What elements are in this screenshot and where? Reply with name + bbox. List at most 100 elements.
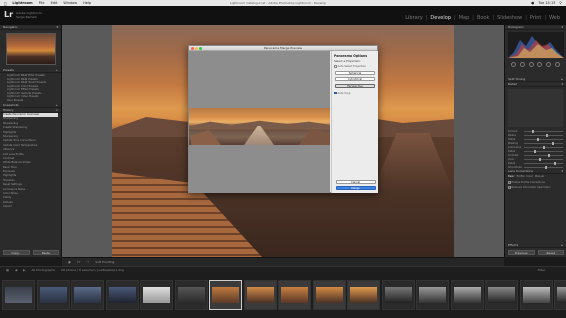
menu-edit[interactable]: Edit — [51, 1, 58, 5]
slider-knob[interactable] — [542, 145, 545, 149]
close-dot-icon[interactable] — [191, 47, 194, 50]
merge-button[interactable]: Merge — [335, 186, 376, 190]
paste-button[interactable]: Paste — [32, 250, 59, 255]
menu-window[interactable]: Window — [63, 1, 77, 5]
module-book[interactable]: Book — [477, 15, 489, 21]
add-preset-icon[interactable]: + — [55, 68, 58, 72]
add-snapshot-icon[interactable]: + — [55, 103, 58, 107]
navigator-header[interactable]: Navigator ▾ — [0, 25, 61, 30]
navigator-preview[interactable] — [5, 33, 56, 65]
wifi-icon[interactable]: ● — [531, 1, 534, 5]
slider-track[interactable] — [524, 165, 563, 169]
collapse-icon[interactable]: ▸ — [561, 77, 563, 81]
spherical-button[interactable]: Spherical — [335, 70, 375, 75]
forward-icon[interactable]: ▶ — [23, 268, 25, 272]
filmstrip-thumbnail[interactable] — [243, 280, 277, 310]
history-step[interactable]: Import — [3, 205, 58, 209]
filmstrip-thumbnail[interactable] — [71, 280, 104, 310]
collapse-icon[interactable]: ▸ — [561, 243, 563, 247]
cylindrical-button[interactable]: Cylindrical — [335, 77, 375, 81]
slider-track[interactable] — [524, 145, 563, 149]
menu-help[interactable]: Help — [83, 1, 91, 5]
histogram-header[interactable]: Histogram ▾ — [505, 25, 566, 30]
module-web[interactable]: Web — [549, 15, 560, 21]
filmstrip-thumbnail[interactable] — [209, 280, 242, 310]
filmstrip-thumbnail[interactable] — [140, 280, 173, 310]
filmstrip-thumbnail[interactable] — [450, 280, 484, 310]
chromatic-aberration-checkbox[interactable]: Remove Chromatic Aberration — [505, 186, 566, 189]
module-develop[interactable]: Develop — [430, 15, 451, 21]
slider-track[interactable] — [524, 133, 563, 137]
checkbox-checked-icon[interactable] — [334, 91, 337, 95]
clock[interactable]: Tue 14:13 — [538, 1, 555, 5]
spot-removal-icon[interactable] — [519, 62, 525, 67]
menu-file[interactable]: File — [39, 1, 45, 5]
slider-track[interactable] — [524, 141, 563, 145]
menu-app[interactable]: Lightroom — [12, 1, 32, 5]
soft-proofing-checkbox[interactable]: ☐ — [87, 260, 90, 264]
red-eye-icon[interactable] — [528, 62, 534, 67]
slider-knob[interactable] — [553, 161, 556, 165]
slider-track[interactable] — [524, 157, 563, 161]
back-icon[interactable]: ◀ — [15, 268, 17, 272]
collapse-icon[interactable]: ▾ — [56, 25, 58, 29]
auto-select-checkbox[interactable]: Auto Select Projection — [334, 65, 376, 68]
zoom-dot-icon[interactable] — [199, 47, 202, 50]
loupe-view-icon[interactable]: ▣ — [68, 260, 71, 264]
clear-history-icon[interactable]: × — [55, 108, 58, 112]
minimize-dot-icon[interactable] — [195, 47, 198, 50]
module-print[interactable]: Print — [530, 15, 542, 21]
filmstrip-thumbnail[interactable] — [347, 280, 380, 310]
filmstrip-thumbnail[interactable] — [174, 280, 208, 310]
collapse-icon[interactable]: ▾ — [561, 82, 563, 86]
lens-tab-basic[interactable]: Basic — [508, 175, 515, 178]
histogram[interactable] — [508, 32, 564, 58]
reset-button[interactable]: Reset — [537, 250, 564, 255]
filmstrip-thumbnail[interactable] — [2, 280, 35, 310]
module-map[interactable]: Map — [459, 15, 470, 21]
profile-corrections-checkbox[interactable]: Enable Profile Corrections — [505, 181, 566, 184]
crop-tool-icon[interactable] — [510, 62, 516, 67]
perspective-button[interactable]: Perspective — [335, 83, 375, 88]
filmstrip-thumbnail[interactable] — [485, 280, 518, 310]
preset-folder[interactable]: User Presets — [3, 99, 58, 103]
collapse-icon[interactable]: ▾ — [561, 169, 563, 173]
collapse-icon[interactable]: ▾ — [561, 25, 563, 29]
slider-knob[interactable] — [544, 165, 547, 169]
slider-knob[interactable] — [546, 133, 549, 137]
effects-header[interactable]: Effects ▸ — [505, 243, 566, 248]
before-after-icon[interactable]: YY — [77, 260, 81, 264]
filmstrip-thumbnail[interactable] — [36, 280, 70, 310]
cancel-button[interactable]: Cancel — [335, 179, 376, 184]
filmstrip-thumbnail[interactable] — [381, 280, 415, 310]
slider-knob[interactable] — [548, 153, 551, 157]
slider-knob[interactable] — [539, 157, 542, 161]
lens-tab-profile[interactable]: Profile — [517, 175, 525, 178]
graduated-filter-icon[interactable] — [537, 62, 543, 67]
filmstrip-thumbnail[interactable] — [519, 280, 553, 310]
filmstrip-thumbnail[interactable] — [312, 280, 346, 310]
auto-crop-checkbox[interactable]: Auto Crop — [334, 92, 376, 95]
checkbox-unchecked[interactable] — [508, 186, 511, 189]
slider-knob[interactable] — [533, 149, 536, 153]
spotlight-icon[interactable]: ⚲ — [559, 1, 562, 5]
previous-button[interactable]: Previous — [508, 250, 535, 255]
lens-tab-color[interactable]: Color — [526, 175, 533, 178]
detail-header[interactable]: Detail ▾ — [505, 82, 566, 87]
lens-tab-manual[interactable]: Manual — [535, 175, 544, 178]
filmstrip-thumbnail[interactable] — [554, 280, 566, 310]
filmstrip-thumbnail[interactable] — [105, 280, 139, 310]
slider-track[interactable] — [524, 129, 563, 133]
slider-track[interactable] — [524, 137, 563, 141]
brush-icon[interactable] — [555, 62, 561, 67]
apple-icon[interactable]:  — [4, 1, 6, 6]
filmstrip-thumbnail[interactable] — [278, 280, 311, 310]
module-library[interactable]: Library — [405, 15, 422, 21]
filmstrip-thumbnail[interactable] — [416, 280, 449, 310]
detail-preview[interactable] — [508, 89, 563, 127]
filmstrip-source[interactable]: All Photographs — [31, 268, 55, 272]
slider-knob[interactable] — [531, 129, 534, 133]
module-slideshow[interactable]: Slideshow — [497, 15, 522, 21]
slider-track[interactable] — [524, 149, 563, 153]
grid-icon[interactable]: ▦ — [6, 268, 9, 272]
